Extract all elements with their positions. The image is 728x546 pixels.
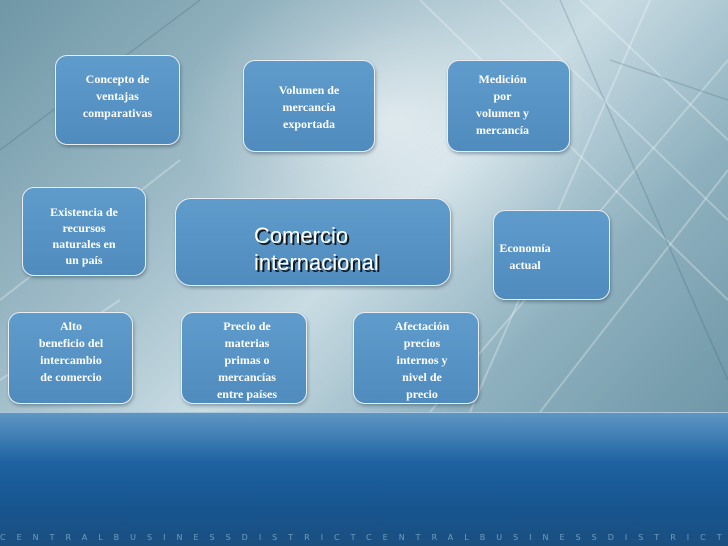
node-afectacion-label: Afectación precios internos y nivel de p…: [394, 319, 450, 401]
node-precio-label: Precio de materias primas o mercancías e…: [216, 319, 278, 401]
central-node-title: Comercio internacional: [254, 223, 379, 275]
node-concepto-label: Concepto de ventajas comparativas: [82, 72, 153, 120]
node-medicion-label: Medición por volumen y mercancía: [475, 72, 530, 137]
node-alto-label: Alto beneficio del intercambio de comerc…: [38, 319, 104, 384]
node-volumen-label: Volumen de mercancía exportada: [278, 83, 340, 131]
footer-text-strip: CENTRALBUSINESSDISTRICTCENTRALBUSINESSDI…: [0, 533, 728, 542]
node-existencia-label: Existencia de recursos naturales en un p…: [50, 205, 118, 267]
slide-canvas: CENTRALBUSINESSDISTRICTCENTRALBUSINESSDI…: [0, 0, 728, 546]
bottom-band-sheen: [0, 412, 728, 462]
node-economia-label: Economía actual: [499, 241, 551, 272]
